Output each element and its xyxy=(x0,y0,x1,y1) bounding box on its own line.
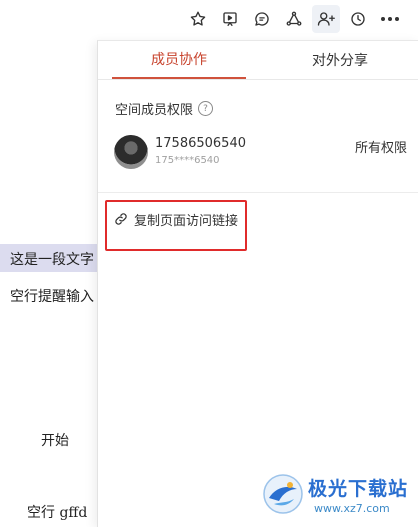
annotation-highlight-box xyxy=(105,200,247,251)
star-icon[interactable] xyxy=(184,5,212,33)
member-permission[interactable]: 所有权限 xyxy=(355,137,407,156)
divider xyxy=(98,192,418,193)
doc-line-4[interactable]: 空行 gffd xyxy=(27,502,87,522)
share-panel: 成员协作 对外分享 空间成员权限 ? 17586506540 175****65… xyxy=(97,40,418,527)
watermark-name: 极光下载站 xyxy=(308,478,409,500)
watermark: 极光下载站 www.xz7.com xyxy=(258,468,418,526)
member-masked-phone: 175****6540 xyxy=(155,155,220,166)
doc-line-1[interactable]: 这是一段文字 xyxy=(10,249,97,269)
tab-member-collab[interactable]: 成员协作 xyxy=(112,41,246,79)
top-toolbar xyxy=(0,0,418,38)
watermark-logo-icon xyxy=(263,474,303,514)
tab-external-share[interactable]: 对外分享 xyxy=(273,41,407,79)
doc-line-3[interactable]: 开始 xyxy=(41,430,69,450)
member-name: 17586506540 xyxy=(155,136,246,151)
avatar xyxy=(114,135,148,169)
comment-icon[interactable] xyxy=(248,5,276,33)
share-node-icon[interactable] xyxy=(280,5,308,33)
help-icon[interactable]: ? xyxy=(198,101,214,116)
member-permission-header: 空间成员权限 ? xyxy=(115,99,214,118)
section-title: 空间成员权限 xyxy=(115,103,194,118)
doc-line-2[interactable]: 空行提醒输入 xyxy=(10,286,97,306)
history-icon[interactable] xyxy=(344,5,372,33)
watermark-url: www.xz7.com xyxy=(314,502,390,515)
panel-tabs: 成员协作 对外分享 xyxy=(98,41,418,80)
member-row[interactable]: 17586506540 175****6540 所有权限 xyxy=(112,134,407,174)
present-icon[interactable] xyxy=(216,5,244,33)
add-member-icon[interactable] xyxy=(312,5,340,33)
more-icon[interactable] xyxy=(376,5,404,33)
